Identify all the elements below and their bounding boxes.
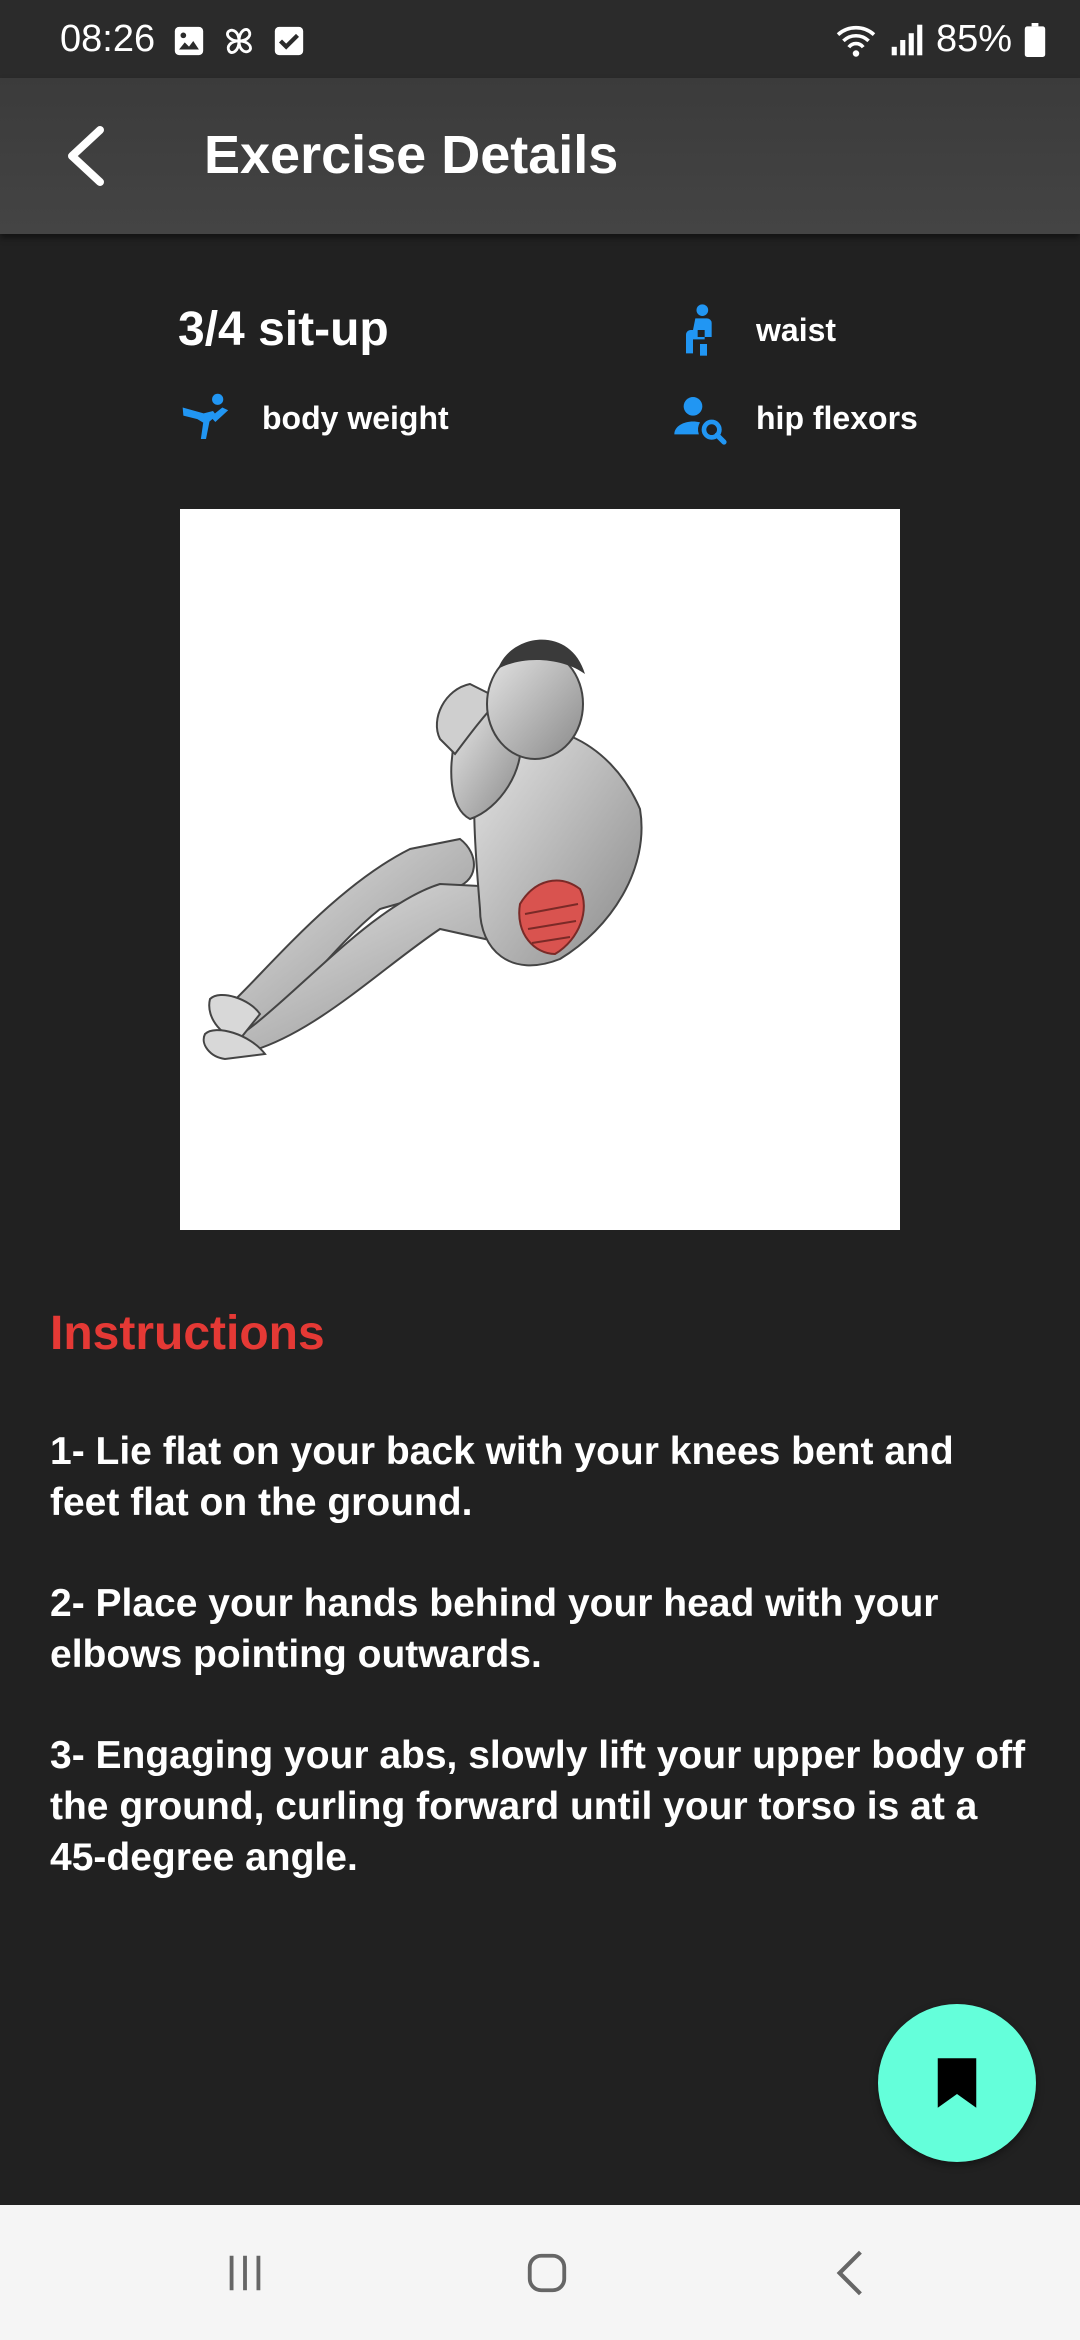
instruction-step: 1- Lie flat on your back with your knees… [50,1430,954,1524]
person-search-icon [672,390,728,446]
body-part-label: waist [756,311,837,348]
gallery-icon [174,26,204,56]
recent-apps-icon [229,2255,261,2291]
signal-icon [891,24,923,55]
system-nav-bar [0,2205,1080,2340]
page-title: Exercise Details [204,125,619,185]
target-label: hip flexors [756,399,918,436]
instruction-step: 2- Place your hands behind your head wit… [50,1582,939,1676]
arrow-back-icon [68,126,104,186]
wifi-icon [836,25,876,57]
bookmark-icon [937,2058,977,2108]
exercise-name: 3/4 sit-up [178,303,389,356]
status-right: 85% [834,18,1046,61]
app-bar: Exercise Details [0,78,1080,234]
back-nav-icon [836,2250,862,2296]
instruction-steps: 1- Lie flat on your back with your knees… [50,1426,1030,1933]
recent-apps-button[interactable] [210,2243,280,2303]
home-button[interactable] [512,2243,582,2303]
instructions-title: Instructions [50,1307,325,1360]
sit-up-figure [202,639,643,1061]
status-time: 08:26 [60,18,156,60]
pinwheel-icon [226,28,252,54]
back-button[interactable] [48,118,124,194]
home-icon [527,2253,567,2293]
battery-icon [1024,22,1046,57]
body-part-info: waist [672,302,836,358]
checkbox-icon [274,26,304,56]
person-body-icon [672,302,728,358]
martial-arts-icon [178,390,234,446]
bookmark-button[interactable] [878,2004,1036,2162]
notification-icons [172,24,306,58]
status-bar: 08:26 85% [0,0,1080,78]
equipment-info: body weight [178,390,449,446]
target-muscle-info: hip flexors [672,390,918,446]
battery-percent: 85% [935,18,1012,60]
back-nav-button[interactable] [815,2243,885,2303]
instruction-step: 3- Engaging your abs, slowly lift your u… [50,1734,1026,1879]
exercise-illustration [180,509,900,1230]
equipment-label: body weight [262,399,449,436]
